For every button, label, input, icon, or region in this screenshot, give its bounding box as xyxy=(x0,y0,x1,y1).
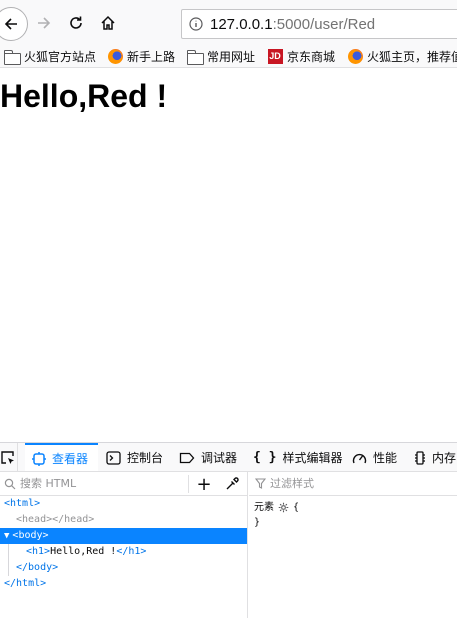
tab-console[interactable]: 控制台 xyxy=(106,443,164,471)
element-picker-icon xyxy=(0,450,14,464)
tree-row-html-close[interactable]: </html> xyxy=(0,576,247,592)
tab-inspector[interactable]: 查看器 xyxy=(25,443,98,471)
url-path: :5000/user/Red xyxy=(272,15,376,33)
bookmarks-toolbar: 火狐官方站点 新手上路 常用网址 JD 京东商城 火狐主页，推荐值 xyxy=(0,44,457,68)
inspector-icon xyxy=(32,451,46,466)
gear-icon[interactable] xyxy=(278,502,289,513)
search-icon xyxy=(4,478,16,489)
rule-close-brace: } xyxy=(254,517,261,528)
tab-label: 查看器 xyxy=(52,452,89,466)
tab-performance[interactable]: 性能 xyxy=(352,443,398,471)
tag-body-open: <body> xyxy=(12,530,49,541)
memory-icon xyxy=(415,450,425,465)
indent-guide xyxy=(8,560,9,576)
filter-styles-input[interactable] xyxy=(270,477,440,490)
tab-style-editor[interactable]: { } 样式编辑器 xyxy=(253,443,343,471)
tree-row-html[interactable]: <html> xyxy=(0,496,247,512)
firefox-icon xyxy=(347,48,363,64)
element-picker-button[interactable] xyxy=(0,443,18,471)
eyedropper-button[interactable] xyxy=(223,475,241,493)
filter-icon xyxy=(255,478,266,489)
tag-body-close: </body> xyxy=(16,562,59,573)
tab-label: 性能 xyxy=(373,451,398,465)
tree-row-body-close[interactable]: </body> xyxy=(0,560,247,576)
search-html-input[interactable] xyxy=(20,477,170,490)
markup-pane: + <html> <head></head> ▼<body> <h1>Hello… xyxy=(0,472,248,618)
bookmark-label: 京东商城 xyxy=(287,49,336,64)
tab-label: 控制台 xyxy=(127,451,164,465)
bookmark-item[interactable]: JD 京东商城 xyxy=(267,46,335,66)
home-icon xyxy=(101,15,115,30)
arrow-right-icon xyxy=(38,17,51,29)
bookmark-label: 火狐主页，推荐值 xyxy=(367,49,457,64)
tree-row-head[interactable]: <head></head> xyxy=(0,512,247,528)
home-button[interactable] xyxy=(97,12,119,34)
navigation-toolbar: 127.0.0.1:5000/user/Red xyxy=(0,0,457,44)
forward-button[interactable] xyxy=(33,12,55,34)
reload-button[interactable] xyxy=(65,12,87,34)
firefox-icon xyxy=(107,48,123,64)
tag-html-open: <html> xyxy=(4,498,41,509)
element-rule: 元素 { } xyxy=(249,496,457,530)
tree-row-h1[interactable]: <h1>Hello,Red !</h1> xyxy=(0,544,247,560)
search-html-row: + xyxy=(0,472,247,496)
page-heading: Hello,Red ! xyxy=(0,78,168,114)
bookmark-label: 火狐官方站点 xyxy=(24,49,97,64)
info-icon[interactable] xyxy=(189,17,203,31)
folder-icon xyxy=(187,49,204,65)
bookmark-item[interactable]: 常用网址 xyxy=(187,46,255,66)
tree-row-body[interactable]: ▼ <body> xyxy=(0,528,247,544)
filter-styles-row xyxy=(249,472,457,496)
url-bar[interactable]: 127.0.0.1:5000/user/Red xyxy=(181,9,457,39)
folder-icon xyxy=(4,49,21,65)
rule-selector: 元素 xyxy=(254,502,274,513)
markup-tree: <html> <head></head> ▼ <body> <h1>Hello,R… xyxy=(0,496,247,592)
expand-triangle-icon[interactable]: ▼ xyxy=(4,528,9,544)
url-text[interactable]: 127.0.0.1:5000/user/Red xyxy=(210,16,375,33)
rule-open-brace: { xyxy=(293,502,300,513)
add-node-button[interactable]: + xyxy=(195,474,213,495)
bookmark-label: 常用网址 xyxy=(207,49,256,64)
tab-label: 样式编辑器 xyxy=(282,451,343,465)
devtools-tabbar: 查看器 控制台 调试器 { } 样式编辑器 性能 内存 xyxy=(0,443,457,472)
performance-icon xyxy=(352,453,367,463)
tag-head: <head></head> xyxy=(16,514,95,525)
tag-h1-open: <h1> xyxy=(26,546,51,557)
bookmark-item[interactable]: 新手上路 xyxy=(107,46,175,66)
tag-html-close: </html> xyxy=(4,578,47,589)
tab-debugger[interactable]: 调试器 xyxy=(179,443,238,471)
indent-guide xyxy=(8,544,9,560)
tab-label: 调试器 xyxy=(201,451,238,465)
page-content: Hello,Red ! xyxy=(0,69,457,442)
eyedropper-icon xyxy=(226,477,239,490)
reload-icon xyxy=(70,16,82,29)
rules-pane: 元素 { } xyxy=(249,472,457,618)
arrow-left-icon xyxy=(4,18,17,30)
h1-text: Hello,Red ! xyxy=(50,546,117,557)
bookmark-item[interactable]: 火狐官方站点 xyxy=(4,46,96,66)
bookmark-item[interactable]: 火狐主页，推荐值 xyxy=(347,46,457,66)
devtools-panel: 查看器 控制台 调试器 { } 样式编辑器 性能 内存 搜索 HTML + <h… xyxy=(0,442,457,618)
url-host: 127.0.0.1 xyxy=(210,15,273,33)
debugger-icon xyxy=(179,452,195,463)
bookmark-label: 新手上路 xyxy=(127,49,176,64)
console-icon xyxy=(106,450,121,465)
tag-h1-close: </h1> xyxy=(116,546,147,557)
style-editor-icon: { } xyxy=(253,450,277,465)
tab-label: 内存 xyxy=(432,451,457,465)
back-button[interactable] xyxy=(0,7,28,41)
divider xyxy=(188,475,189,493)
jd-icon: JD xyxy=(267,48,283,64)
tab-memory[interactable]: 内存 xyxy=(414,443,457,471)
